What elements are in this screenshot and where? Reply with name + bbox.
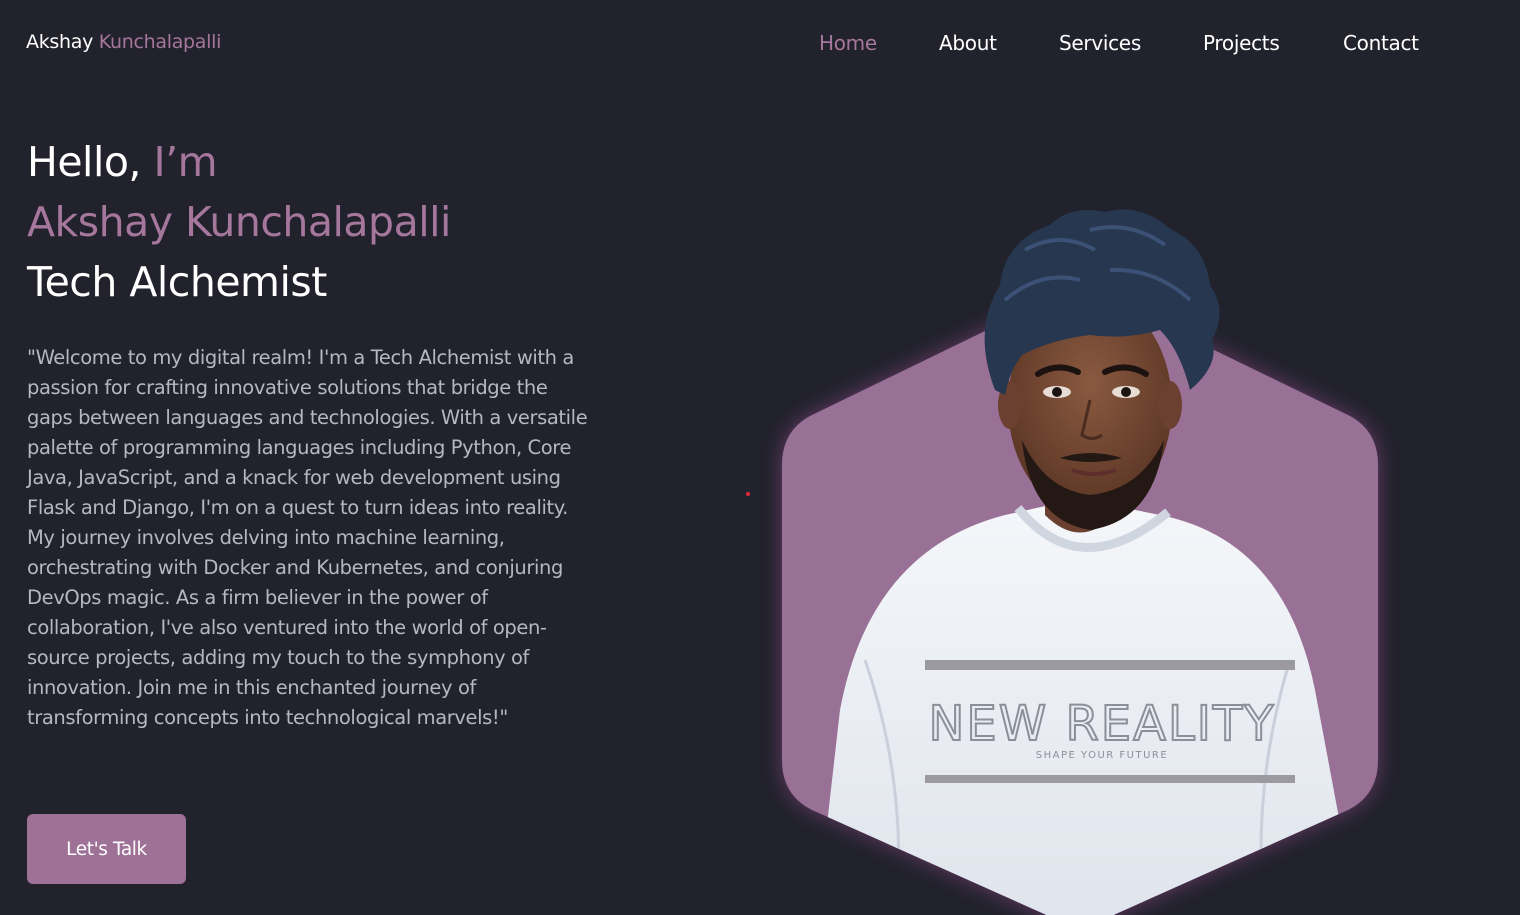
shirt-print: NEW REALITY (928, 696, 1275, 752)
lets-talk-button[interactable]: Let's Talk (27, 814, 186, 884)
decorative-dot (746, 492, 750, 496)
nav-services[interactable]: Services (1059, 31, 1141, 55)
main-nav: Home About Services Projects Contact (0, 31, 1520, 59)
portfolio-page: Akshay Kunchalapalli Home About Services… (0, 0, 1520, 915)
nav-projects[interactable]: Projects (1203, 31, 1280, 55)
nav-contact[interactable]: Contact (1343, 31, 1419, 55)
hero-bio: "Welcome to my digital realm! I'm a Tech… (27, 346, 588, 729)
greeting-accent: I’m (153, 138, 218, 186)
nav-home[interactable]: Home (819, 31, 877, 55)
shirt-subprint: SHAPE YOUR FUTURE (1036, 750, 1168, 761)
hero-role: Tech Alchemist (27, 258, 327, 306)
hero-greeting: Hello, I’m (27, 138, 218, 186)
greeting-text: Hello, (27, 138, 141, 186)
profile-portrait: NEW REALITY SHAPE YOUR FUTURE (782, 209, 1378, 915)
nav-about[interactable]: About (939, 31, 997, 55)
hero-name: Akshay Kunchalapalli (27, 198, 451, 246)
